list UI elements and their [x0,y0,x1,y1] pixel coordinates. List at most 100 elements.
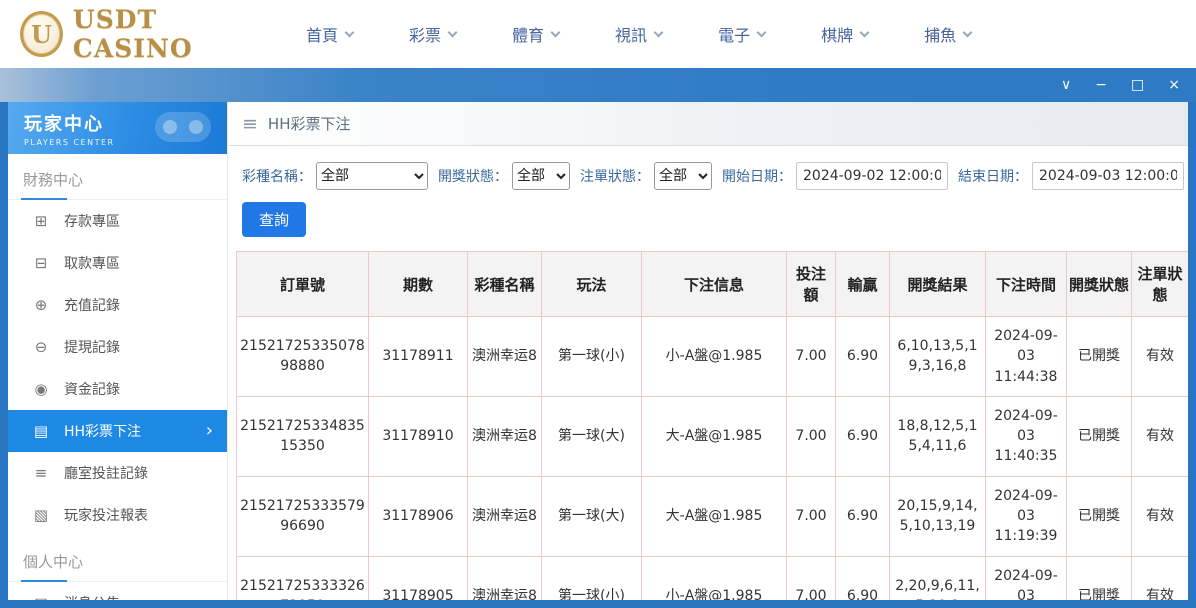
table-cell: 已開獎 [1067,317,1132,397]
table-cell: 大-A盤@1.985 [642,396,787,476]
page-title: HH彩票下注 [268,113,351,134]
player-report-icon: ▧ [32,506,50,524]
section-finance-center: 財務中心 [8,154,227,200]
personal-menu: ✉消息公告 [8,582,227,600]
sidebar-item[interactable]: ⊞存款專區 [8,200,227,242]
bet-status-select[interactable]: 全部 [654,162,712,190]
table-cell: 2024-09-03 11:44:38 [986,317,1067,397]
chevron-down-icon [963,27,973,37]
sidebar-item[interactable]: ⊖ 提現記錄 [8,326,227,368]
chevron-down-icon [654,27,664,37]
logo-icon: U [20,11,63,57]
nav-item-label: 首頁 [306,22,338,46]
column-header: 訂單號 [237,252,369,317]
sidebar-item[interactable]: ≡廳室投註記錄 [8,452,227,494]
filter-bar: 彩種名稱：全部開獎狀態：全部注單狀態：全部開始日期：結束日期： 查詢 [228,146,1188,237]
sidebar-item[interactable]: ◉資金記錄 [8,368,227,410]
table-cell: 7.00 [787,396,836,476]
table-cell: 已開獎 [1067,396,1132,476]
table-cell: 小-A盤@1.985 [642,317,787,397]
table-cell: 2152172533332672950 [237,556,369,600]
nav-item-label: 捕魚 [924,22,956,46]
nav-item-label: 棋牌 [821,22,853,46]
draw-status-select[interactable]: 全部 [512,162,570,190]
nav-item[interactable]: 首頁 [306,22,353,46]
lottery-bet-icon: ▤ [32,422,50,440]
table-cell: 7.00 [787,556,836,600]
site-logo[interactable]: U USDT CASINO [20,5,270,63]
sidebar-item[interactable]: ✉消息公告 [8,582,227,600]
nav-item-label: 電子 [718,22,750,46]
table-cell: 20,15,9,14,5,10,13,19 [890,476,986,556]
table-row: 215217253333267295031178905澳洲幸运8第一球(小)小-… [237,556,1189,600]
sidebar-item-label: 資金記錄 [64,379,120,399]
nav-item[interactable]: 彩票 [409,22,456,46]
table-row: 215217253348351535031178910澳洲幸运8第一球(大)大-… [237,396,1189,476]
table-cell: 6.90 [836,396,890,476]
column-header: 開獎結果 [890,252,986,317]
table-cell: 有效 [1132,317,1189,397]
table-cell: 第一球(大) [542,476,642,556]
sidebar-item-label: HH彩票下注 [64,421,141,441]
table-cell: 6,10,13,5,19,3,16,8 [890,317,986,397]
start-date-input[interactable] [796,162,948,190]
nav-item[interactable]: 捕魚 [924,22,971,46]
sidebar-item[interactable]: ▧ 玩家投注報表 [8,494,227,536]
chevron-down-icon [345,27,355,37]
table-cell: 2024-09-03 11:40:35 [986,396,1067,476]
table-cell: 6.90 [836,317,890,397]
table-cell: 18,8,12,5,15,4,11,6 [890,396,986,476]
window-maximize-button[interactable]: □ [1131,78,1144,92]
sidebar-item[interactable]: ▤HH彩票下注› [8,410,227,452]
table-cell: 小-A盤@1.985 [642,556,787,600]
table-row: 215217253335799669031178906澳洲幸运8第一球(大)大-… [237,476,1189,556]
table-cell: 有效 [1132,476,1189,556]
bets-table: 訂單號期數彩種名稱玩法下注信息投注額輸贏開獎結果下注時間開獎狀態注單狀態2152… [236,251,1188,600]
sidebar-item-label: 廳室投註記錄 [64,463,148,483]
sidebar-item[interactable]: ⊕充值記錄 [8,284,227,326]
nav-item-label: 視訊 [615,22,647,46]
lottery-type-select[interactable]: 全部 [316,162,428,190]
sidebar-item-label: 消息公告 [64,593,120,600]
filter-label: 結束日期： [958,166,1028,186]
sidebar-item-label: 提現記錄 [64,337,120,357]
table-cell: 2152172533483515350 [237,396,369,476]
sidebar-item-label: 充值記錄 [64,295,120,315]
table-cell: 澳洲幸运8 [468,556,542,600]
table-cell: 6.90 [836,476,890,556]
window-collapse-button[interactable]: ∨ [1061,78,1071,92]
nav-item[interactable]: 視訊 [615,22,662,46]
table-cell: 2024-09-03 11:19:39 [986,476,1067,556]
site-header: U USDT CASINO 首頁 彩票 體育 視訊 電子 棋牌 捕魚 [0,0,1196,68]
filter-label: 開獎狀態： [438,166,508,186]
table-cell: 31178906 [369,476,468,556]
column-header: 下注時間 [986,252,1067,317]
sidebar-item[interactable]: ⊟取款專區 [8,242,227,284]
content-titlebar: ≡ HH彩票下注 [228,102,1188,146]
table-cell: 已開獎 [1067,556,1132,600]
window-close-button[interactable]: × [1168,78,1180,92]
deposit-icon: ⊞ [32,212,50,230]
window-minimize-button[interactable]: − [1095,78,1107,92]
window-body: 玩家中心 PLAYERS CENTER 財務中心 ⊞存款專區⊟取款專區⊕充值記錄… [0,102,1196,608]
end-date-input[interactable] [1032,162,1184,190]
main-nav: 首頁 彩票 體育 視訊 電子 棋牌 捕魚 [306,22,971,46]
column-header: 彩種名稱 [468,252,542,317]
chevron-down-icon [448,27,458,37]
menu-toggle-icon[interactable]: ≡ [242,113,258,135]
column-header: 下注信息 [642,252,787,317]
nav-item[interactable]: 棋牌 [821,22,868,46]
chevron-down-icon [757,27,767,37]
finance-menu: ⊞存款專區⊟取款專區⊕充值記錄⊖提現記錄◉資金記錄▤HH彩票下注›≡廳室投註記錄… [8,200,227,536]
nav-item[interactable]: 電子 [718,22,765,46]
nav-item[interactable]: 體育 [512,22,559,46]
column-header: 注單狀態 [1132,252,1189,317]
withdrawal-record-icon: ⊖ [32,338,50,356]
table-cell: 澳洲幸运8 [468,396,542,476]
nav-item-label: 彩票 [409,22,441,46]
filter-label: 開始日期： [722,166,792,186]
sidebar-item-label: 取款專區 [64,253,120,273]
sidebar-item-label: 玩家投注報表 [64,505,148,525]
table-cell: 第一球(小) [542,556,642,600]
search-button[interactable]: 查詢 [242,202,306,237]
